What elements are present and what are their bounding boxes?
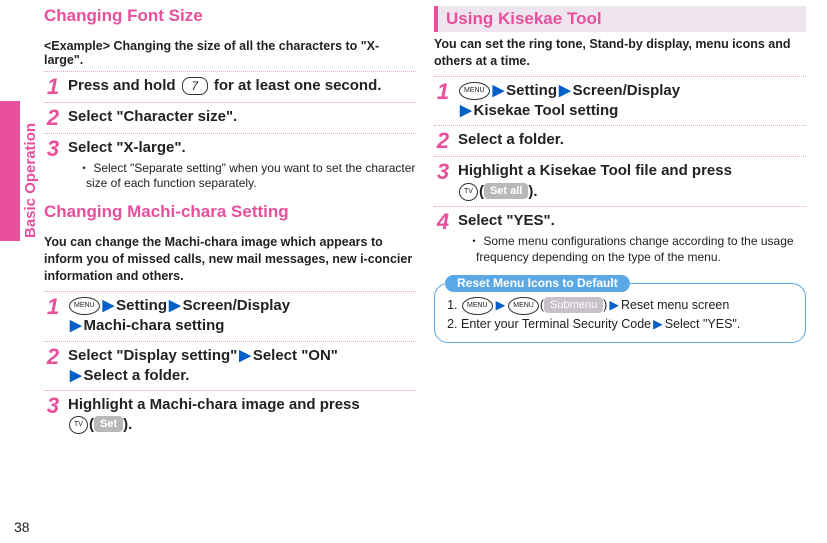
nav-kisekae: Kisekae Tool setting [474, 102, 619, 119]
example-line: <Example> Changing the size of all the c… [44, 39, 416, 67]
dotted-separator [434, 206, 806, 207]
section-title: Changing Machi-chara Setting [44, 202, 416, 222]
step-number: 1 [44, 76, 62, 98]
softkey-pill: Set all [484, 183, 528, 199]
step-number: 2 [44, 107, 62, 129]
text-c: Select a folder. [84, 367, 190, 384]
step-number: 1 [44, 296, 62, 337]
dotted-separator [434, 125, 806, 126]
step-number: 2 [44, 346, 62, 387]
step-text: Highlight a Kisekae Tool file and press [458, 162, 732, 179]
step-3: 3 Highlight a Kisekae Tool file and pres… [434, 161, 806, 202]
section-title: Changing Font Size [44, 6, 416, 26]
step-text: Select "YES". [458, 212, 555, 229]
menu-key-icon: MENU [459, 82, 490, 100]
callout-text: Reset menu screen [621, 298, 729, 312]
step-number: 1 [434, 81, 452, 122]
section-intro: You can set the ring tone, Stand-by disp… [434, 36, 806, 70]
menu-key-icon: MENU [462, 297, 493, 315]
nav-machichara: Machi-chara setting [84, 317, 225, 334]
step-2: 2 Select "Character size". [44, 107, 416, 129]
dotted-separator [434, 156, 806, 157]
callout-box: Reset Menu Icons to Default MENU▶MENU(Su… [434, 283, 806, 343]
menu-key-icon: MENU [508, 297, 539, 315]
arrow-icon: ▶ [559, 81, 571, 101]
arrow-icon: ▶ [609, 296, 619, 315]
step-note: ・ Some menu configurations change accord… [468, 234, 806, 265]
callout-text: Select "YES". [665, 317, 741, 331]
nav-setting: Setting [506, 82, 557, 99]
chapter-tab [0, 101, 20, 241]
step-number: 3 [434, 161, 452, 202]
arrow-icon: ▶ [496, 296, 506, 315]
section-intro: You can change the Machi-chara image whi… [44, 234, 416, 285]
step-text: Highlight a Machi-chara image and press [68, 396, 360, 413]
section-title: Using Kisekae Tool [434, 6, 806, 32]
nav-screen: Screen/Display [183, 297, 291, 314]
menu-key-icon: MENU [69, 297, 100, 315]
callout-line-2: Enter your Terminal Security Code▶Select… [461, 315, 793, 334]
arrow-icon: ▶ [653, 315, 663, 334]
arrow-icon: ▶ [239, 346, 251, 366]
page-number: 38 [14, 519, 30, 535]
step-2: 2 Select "Display setting"▶Select "ON" ▶… [44, 346, 416, 387]
step-text: Select "X-large". [68, 139, 186, 156]
nav-setting: Setting [116, 297, 167, 314]
dotted-separator [44, 71, 416, 72]
step-4: 4 Select "YES". ・ Some menu configuratio… [434, 211, 806, 265]
step-2: 2 Select a folder. [434, 130, 806, 152]
step-text: Press and hold [68, 77, 180, 94]
sidebar: Basic Operation [0, 6, 44, 438]
arrow-icon: ▶ [70, 366, 82, 386]
text-b: Select "ON" [253, 347, 338, 364]
arrow-icon: ▶ [169, 296, 181, 316]
callout-title: Reset Menu Icons to Default [445, 275, 630, 292]
arrow-icon: ▶ [460, 101, 472, 121]
step-1: 1 MENU▶Setting▶Screen/Display ▶Kisekae T… [434, 81, 806, 122]
step-number: 4 [434, 211, 452, 265]
dotted-separator [44, 102, 416, 103]
step-3: 3 Select "X-large". ・ Select "Separate s… [44, 138, 416, 192]
text-a: Select "Display setting" [68, 347, 237, 364]
arrow-icon: ▶ [103, 296, 115, 316]
dotted-separator [44, 133, 416, 134]
dotted-separator [44, 390, 416, 391]
arrow-icon: ▶ [70, 316, 82, 336]
step-text: Select a folder. [458, 130, 806, 152]
step-1: 1 MENU▶Setting▶Screen/Display ▶Machi-cha… [44, 296, 416, 337]
paren-close: ) [603, 298, 607, 312]
key-7: 7 [182, 77, 208, 95]
nav-screen: Screen/Display [573, 82, 681, 99]
step-number: 3 [44, 395, 62, 436]
callout-text: Enter your Terminal Security Code [461, 317, 651, 331]
camera-key-icon: TV [69, 416, 88, 434]
softkey-pill: Submenu [544, 297, 603, 313]
step-3: 3 Highlight a Machi-chara image and pres… [44, 395, 416, 436]
softkey-pill: Set [94, 416, 123, 432]
step-text: Select "Character size". [68, 107, 416, 129]
callout-line-1: MENU▶MENU(Submenu)▶Reset menu screen [461, 296, 793, 315]
paren-close: ). [123, 416, 132, 433]
left-column: Changing Font Size <Example> Changing th… [44, 6, 416, 438]
dotted-separator [44, 341, 416, 342]
step-1: 1 Press and hold 7 for at least one seco… [44, 76, 416, 98]
paren-close: ). [528, 183, 537, 200]
step-number: 3 [44, 138, 62, 192]
dotted-separator [434, 76, 806, 77]
step-note: ・ Select "Separate setting" when you wan… [78, 161, 416, 192]
arrow-icon: ▶ [493, 81, 505, 101]
right-column: Using Kisekae Tool You can set the ring … [434, 6, 806, 438]
chapter-label: Basic Operation [22, 123, 39, 238]
camera-key-icon: TV [459, 183, 478, 201]
step-text: for at least one second. [214, 77, 382, 94]
dotted-separator [44, 291, 416, 292]
step-number: 2 [434, 130, 452, 152]
